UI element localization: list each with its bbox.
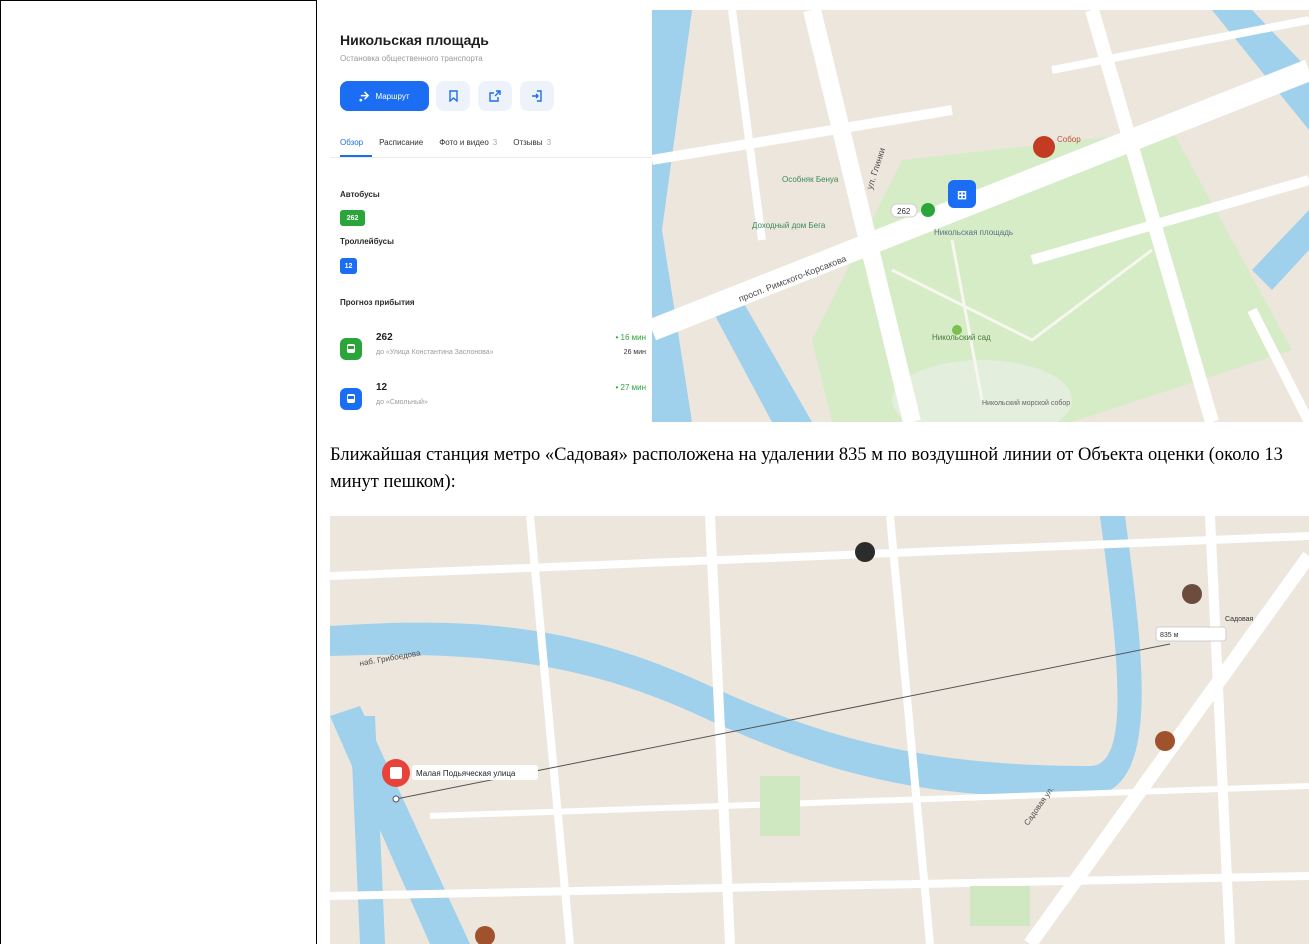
arrival-row[interactable]: 12 до «Смольный» • 27 мин: [340, 382, 652, 422]
stop-name-label: Никольская площадь: [934, 228, 1013, 237]
stop-tabs: Обзор Расписание Фото и видео 3 Отзывы 3: [340, 138, 551, 147]
arrival-direction: до «Смольный»: [376, 399, 428, 406]
arrival-eta: • 27 мин: [615, 383, 646, 392]
route-button-label: Маршрут: [375, 91, 410, 101]
bus-route-badge[interactable]: 262: [340, 210, 365, 226]
poi-label: Собор: [1057, 135, 1081, 144]
garden-label: Никольский сад: [932, 333, 991, 342]
tab-reviews[interactable]: Отзывы 3: [513, 138, 551, 147]
arrival-direction: до «Улица Константина Заслонова»: [376, 349, 494, 356]
station-label: Садовая: [1225, 616, 1254, 623]
buses-heading: Автобусы: [340, 190, 380, 199]
tab-schedule[interactable]: Расписание: [379, 138, 423, 147]
arrival-next: 26 мин: [623, 349, 646, 356]
share-button[interactable]: [478, 81, 512, 111]
metro-map[interactable]: Малая Подьяческая улица 835 м Садовая Са…: [330, 516, 1309, 944]
table-border-left: [0, 0, 1, 944]
exit-button[interactable]: [520, 81, 554, 111]
bus-icon: [340, 338, 362, 360]
table-border-top: [0, 0, 317, 1]
exit-icon: [532, 90, 542, 102]
bookmark-icon: [448, 90, 458, 102]
arrival-route: 262: [376, 332, 393, 343]
trolleybus-heading: Троллейбусы: [340, 237, 394, 246]
stop-subtitle: Остановка общественного транспорта: [340, 54, 483, 63]
stop-map[interactable]: ⊞ 262 ул. Глинки просп. Римского-Корсако…: [652, 10, 1309, 422]
svg-text:262: 262: [897, 207, 911, 216]
route-icon: [359, 90, 370, 102]
poi-label: Особняк Бенуа: [782, 175, 839, 184]
share-icon: [489, 90, 501, 102]
distance-label: 835 м: [1160, 632, 1179, 639]
arrival-eta: • 16 мин: [615, 333, 646, 342]
tab-photos[interactable]: Фото и видео 3: [439, 138, 497, 147]
svg-text:⊞: ⊞: [957, 188, 967, 202]
route-button[interactable]: Маршрут: [340, 81, 429, 111]
stop-title: Никольская площадь: [340, 32, 489, 48]
poi-label: Никольский морской собор: [982, 399, 1070, 407]
arrival-route: 12: [376, 382, 388, 393]
arrival-row[interactable]: 262 до «Улица Константина Заслонова» • 1…: [340, 332, 652, 372]
tabs-divider: [330, 157, 652, 158]
poi-label: Доходный дом Бега: [752, 221, 826, 230]
table-border-divider: [316, 0, 317, 944]
metro-distance-paragraph: Ближайшая станция метро «Садовая» распол…: [330, 445, 1283, 492]
forecast-heading: Прогноз прибытия: [340, 298, 415, 307]
stop-card: Никольская площадь Остановка общественно…: [330, 10, 652, 422]
trolleybus-icon: [340, 388, 362, 410]
trolleybus-route-badge[interactable]: 12: [340, 258, 357, 274]
tab-overview[interactable]: Обзор: [340, 138, 363, 147]
bookmark-button[interactable]: [436, 81, 470, 111]
object-label: Малая Подьяческая улица: [416, 769, 516, 778]
